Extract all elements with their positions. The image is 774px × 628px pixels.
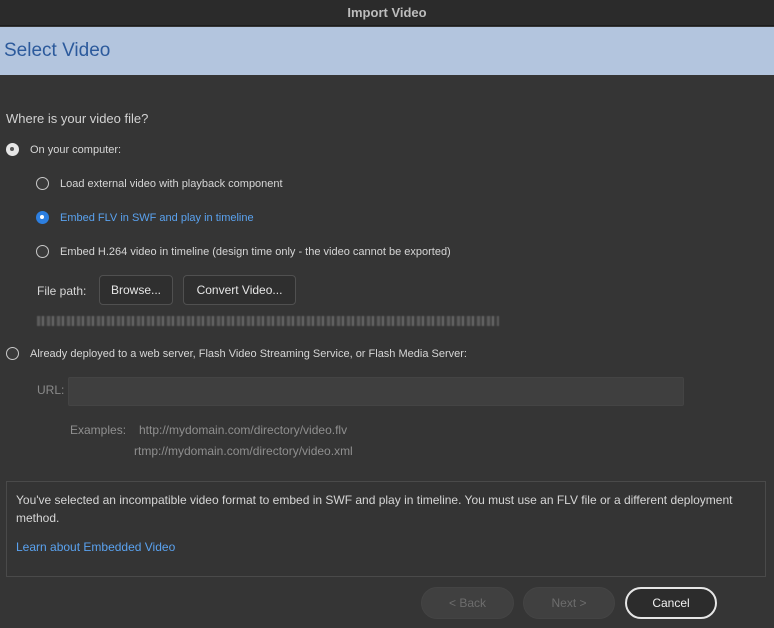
convert-video-button[interactable]: Convert Video... <box>183 275 296 305</box>
embed-h264-label[interactable]: Embed H.264 video in timeline (design ti… <box>60 246 451 258</box>
deployed-option-label[interactable]: Already deployed to a web server, Flash … <box>30 348 467 360</box>
embed-flv-label[interactable]: Embed FLV in SWF and play in timeline <box>60 212 254 224</box>
redacted-file-path <box>37 316 499 326</box>
page-title: Select Video <box>4 40 111 61</box>
header-band: Select Video <box>0 27 774 75</box>
incompatible-format-message: You've selected an incompatible video fo… <box>16 493 733 525</box>
embed-h264-radio[interactable] <box>36 245 49 258</box>
url-input[interactable] <box>68 377 684 406</box>
next-button[interactable]: Next > <box>523 587 615 619</box>
load-external-label[interactable]: Load external video with playback compon… <box>60 178 283 190</box>
load-external-radio[interactable] <box>36 177 49 190</box>
deployed-radio[interactable] <box>6 347 19 360</box>
url-label: URL: <box>37 383 65 397</box>
example-http: http://mydomain.com/directory/video.flv <box>139 423 348 437</box>
back-button[interactable]: < Back <box>421 587 514 619</box>
computer-option-label[interactable]: On your computer: <box>30 144 121 156</box>
embed-flv-radio[interactable] <box>36 211 49 224</box>
learn-embedded-video-link[interactable]: Learn about Embedded Video <box>16 540 175 554</box>
file-path-label: File path: <box>37 284 87 298</box>
info-panel: You've selected an incompatible video fo… <box>6 481 766 577</box>
example-rtmp: rtmp://mydomain.com/directory/video.xml <box>134 444 353 458</box>
browse-button[interactable]: Browse... <box>99 275 173 305</box>
source-question: Where is your video file? <box>6 111 149 126</box>
examples-label: Examples: <box>70 423 127 437</box>
cancel-button[interactable]: Cancel <box>625 587 717 619</box>
window-title: Import Video <box>0 0 774 26</box>
computer-radio[interactable] <box>6 143 19 156</box>
